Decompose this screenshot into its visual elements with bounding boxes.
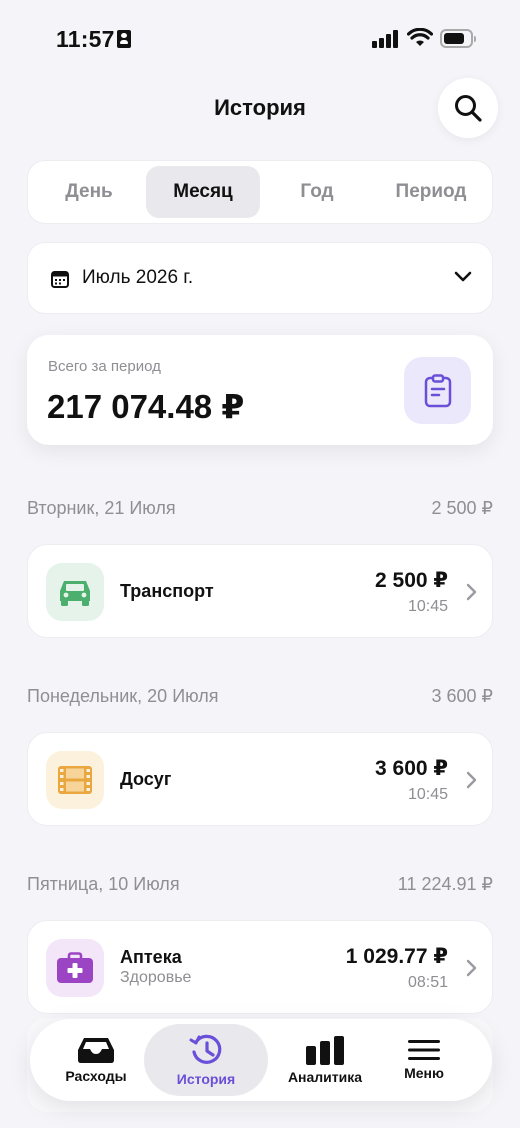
bar-chart-icon — [306, 1036, 344, 1065]
transaction-time: 08:51 — [407, 974, 448, 991]
transaction-time: 10:45 — [407, 786, 448, 803]
day-date: Пятница, 10 Июля — [27, 874, 180, 894]
nav-analytics[interactable]: Аналитика — [270, 1024, 380, 1096]
tab-year[interactable]: Год — [260, 166, 374, 218]
transaction-name: Досуг — [120, 769, 172, 789]
month-label: Июль 2026 г. — [82, 267, 194, 288]
day-sum: 3 600 ₽ — [431, 686, 494, 706]
car-icon — [46, 563, 104, 621]
tab-month[interactable]: Месяц — [146, 166, 260, 218]
nav-label: Меню — [404, 1065, 444, 1081]
menu-icon — [408, 1040, 440, 1060]
period-tabs: День Месяц Год Период — [27, 160, 493, 224]
total-amount: 217 074.48 ₽ — [47, 388, 245, 425]
day-date: Понедельник, 20 Июля — [27, 686, 219, 706]
calendar-icon — [51, 271, 69, 288]
battery-icon — [440, 29, 476, 48]
total-label: Всего за период — [48, 358, 161, 375]
total-card: Всего за период 217 074.48 ₽ — [27, 335, 493, 445]
transaction-time: 10:45 — [407, 598, 448, 615]
cellular-signal-icon — [372, 30, 398, 48]
tab-day[interactable]: День — [32, 166, 146, 218]
transaction-amount: 2 500 ₽ — [375, 569, 448, 592]
day-header: Понедельник, 20 Июля 3 600 ₽ — [27, 686, 493, 707]
day-header: Вторник, 21 Июля 2 500 ₽ — [27, 498, 493, 519]
bottom-nav: Расходы История Аналитика Меню — [30, 1019, 492, 1101]
status-time: 11:57 — [56, 26, 115, 52]
nav-label: История — [176, 1071, 236, 1087]
day-header: Пятница, 10 Июля 11 224.91 ₽ — [27, 874, 493, 895]
transaction-row[interactable]: Транспорт 2 500 ₽ 10:45 — [27, 544, 493, 638]
nav-label: Расходы — [65, 1068, 127, 1084]
nav-history[interactable]: История — [144, 1024, 268, 1096]
chevron-right-icon — [466, 583, 477, 601]
medkit-icon — [46, 939, 104, 997]
day-sum: 2 500 ₽ — [431, 498, 494, 518]
transaction-name: Транспорт — [120, 581, 214, 601]
history-icon — [189, 1034, 222, 1064]
transaction-name: Аптека — [120, 947, 182, 967]
clipboard-icon — [404, 357, 471, 424]
inbox-icon — [78, 1038, 114, 1063]
wifi-icon — [407, 28, 433, 46]
transaction-category: Здоровье — [120, 969, 192, 986]
nav-menu[interactable]: Меню — [378, 1024, 470, 1096]
chevron-right-icon — [466, 959, 477, 977]
search-icon — [455, 95, 482, 122]
status-bar: 11:57 — [0, 0, 520, 78]
contact-card-icon — [117, 30, 131, 48]
search-button[interactable] — [438, 78, 498, 138]
chevron-right-icon — [466, 771, 477, 789]
day-date: Вторник, 21 Июля — [27, 498, 176, 518]
month-selector[interactable]: Июль 2026 г. — [27, 242, 493, 314]
tab-period[interactable]: Период — [374, 166, 488, 218]
nav-expenses[interactable]: Расходы — [38, 1024, 154, 1096]
transaction-amount: 3 600 ₽ — [375, 757, 448, 780]
transaction-row[interactable]: Досуг 3 600 ₽ 10:45 — [27, 732, 493, 826]
transaction-row[interactable]: Аптека Здоровье 1 029.77 ₽ 08:51 — [27, 920, 493, 1014]
chevron-down-icon — [454, 271, 472, 282]
day-sum: 11 224.91 ₽ — [397, 874, 493, 894]
film-icon — [46, 751, 104, 809]
nav-label: Аналитика — [287, 1069, 363, 1085]
transaction-amount: 1 029.77 ₽ — [345, 945, 448, 968]
